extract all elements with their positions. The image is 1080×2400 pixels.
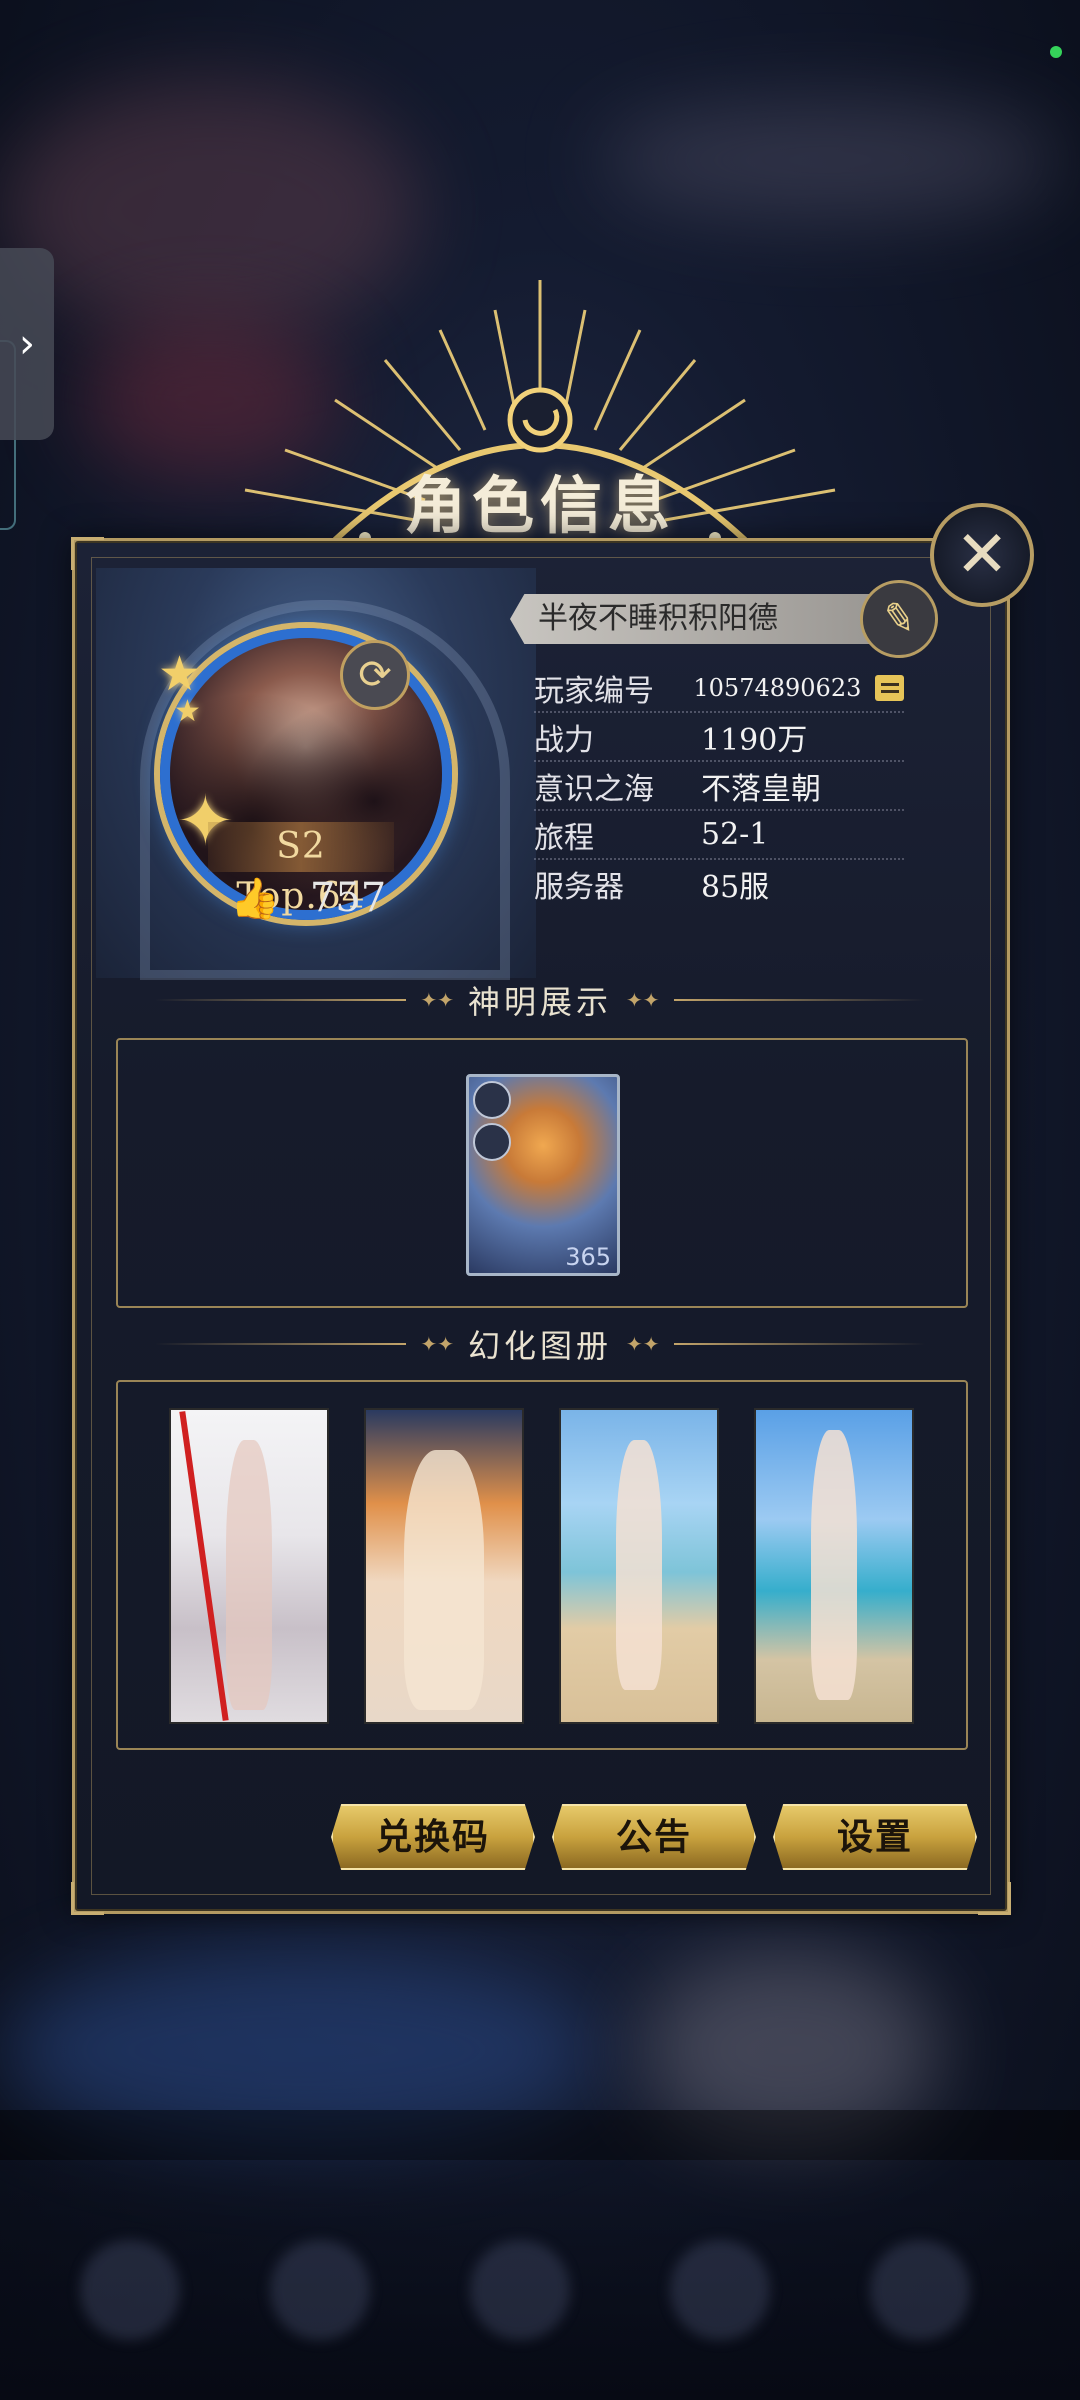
- diamond-icon: ✦✦: [420, 1332, 454, 1356]
- gallery-section-header: ✦✦ 幻化图册 ✦✦: [155, 1324, 926, 1365]
- divider: [155, 999, 407, 1001]
- redeem-code-button[interactable]: 兑换码: [331, 1804, 535, 1870]
- gallery-image-2[interactable]: [364, 1408, 524, 1724]
- figure-shape: [616, 1440, 662, 1690]
- background-bar: [0, 2110, 1080, 2160]
- info-value: 不落皇朝: [701, 771, 821, 807]
- figure-shape: [226, 1440, 272, 1710]
- copy-icon[interactable]: [875, 674, 904, 701]
- rank-badge: S2 Top.64: [208, 822, 394, 917]
- deity-card[interactable]: 365: [466, 1074, 620, 1276]
- corner-ornament: [71, 537, 104, 570]
- info-label: 玩家编号: [534, 673, 654, 709]
- close-icon: ✕: [955, 518, 1009, 592]
- section-title: 神明展示: [468, 983, 613, 1021]
- gallery-image-3[interactable]: [559, 1408, 719, 1724]
- diamond-icon: ✦✦: [626, 988, 660, 1012]
- diamond-icon: ✦✦: [626, 1332, 660, 1356]
- page-title: 角色信息: [403, 469, 676, 542]
- info-label: 战力: [534, 722, 594, 758]
- nav-slot: [670, 2240, 770, 2340]
- info-value: 10574890623: [693, 673, 862, 702]
- divider: [155, 1343, 407, 1345]
- side-expand-button[interactable]: ›: [0, 248, 54, 440]
- info-row-server: 服务器 85服: [534, 860, 904, 907]
- shield-icon: [473, 1123, 511, 1161]
- like-row[interactable]: 👍 757: [230, 870, 390, 926]
- background-glow: [600, 100, 1060, 220]
- corner-ornament: [978, 1882, 1011, 1915]
- info-label: 旅程: [534, 820, 594, 856]
- nav-slot: [270, 2240, 370, 2340]
- thumbs-up-icon[interactable]: 👍: [230, 875, 280, 922]
- status-indicator: [1050, 46, 1062, 58]
- rank-icon: [473, 1081, 511, 1119]
- change-avatar-icon[interactable]: ⟳: [340, 640, 410, 710]
- nav-slot: [870, 2240, 970, 2340]
- chevron-right-icon: ›: [19, 321, 35, 367]
- star-icon: ★: [174, 694, 201, 729]
- info-value: 1190万: [701, 722, 808, 758]
- close-button[interactable]: ✕: [930, 503, 1034, 607]
- info-row-sea: 意识之海 不落皇朝: [534, 762, 904, 811]
- figure-shape: [811, 1430, 857, 1700]
- info-label: 意识之海: [534, 771, 654, 807]
- divider: [673, 999, 926, 1001]
- settings-button[interactable]: 设置: [773, 1804, 977, 1870]
- spear-shape: [179, 1411, 229, 1721]
- gallery-image-1[interactable]: [169, 1408, 329, 1724]
- section-title: 幻化图册: [468, 1327, 613, 1365]
- divider: [673, 1343, 926, 1345]
- corner-ornament: [71, 1882, 104, 1915]
- info-row-power: 战力 1190万: [534, 713, 904, 762]
- gallery-image-4[interactable]: [754, 1408, 914, 1724]
- info-value: 85服: [701, 869, 770, 905]
- nav-slot: [80, 2240, 180, 2340]
- player-info-table: 玩家编号 10574890623 战力 1190万 意识之海 不落皇朝 旅程 5…: [534, 664, 904, 907]
- figure-shape: [404, 1450, 484, 1710]
- nav-slot: [470, 2240, 570, 2340]
- notice-button[interactable]: 公告: [552, 1804, 756, 1870]
- info-row-journey: 旅程 52-1: [534, 811, 904, 860]
- diamond-icon: ✦✦: [420, 988, 454, 1012]
- card-level: 365: [565, 1243, 611, 1271]
- info-label: 服务器: [534, 869, 624, 905]
- info-row-id: 玩家编号 10574890623: [534, 664, 904, 713]
- like-count: 757: [309, 875, 387, 921]
- info-value: 52-1: [701, 817, 769, 852]
- player-name: 半夜不睡积积阳德: [510, 594, 870, 644]
- deity-section-header: ✦✦ 神明展示 ✦✦: [155, 980, 926, 1021]
